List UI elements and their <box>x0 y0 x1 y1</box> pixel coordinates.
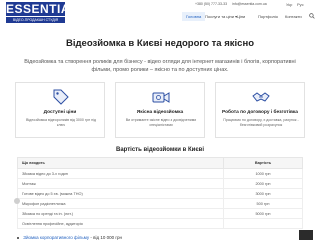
table-cell: Зйомка відео до 3-х годин <box>17 168 224 179</box>
video-thumbnail[interactable] <box>299 230 313 240</box>
table-cell: Монтаж <box>17 178 224 189</box>
logo-subtitle: ВІДЕО-ПРОДАКШН СТУДІЯ <box>6 17 65 23</box>
table-cell: Мікрофон радіопетличка <box>17 198 224 209</box>
table-header-row: Що входить Вартість <box>17 157 303 169</box>
table-row: Зйомка відео до 3-х годин 1000 грн <box>17 168 303 179</box>
prices-title: Вартість відеозйомки в Києві <box>115 147 204 153</box>
nav-prices[interactable]: Ціни <box>237 14 245 19</box>
intro-text: Відеозйомка та створення роликів для біз… <box>24 59 296 73</box>
video-camera-icon <box>152 92 170 103</box>
nav-home[interactable]: Головна <box>182 12 206 21</box>
handshake-icon <box>252 92 270 102</box>
feature-card-contract: Робота по договору і безготівка Працюємо… <box>215 82 305 138</box>
corporate-film-link[interactable]: Зйомка корпоративного фільму <box>23 235 89 240</box>
bullet-icon <box>17 236 19 239</box>
table-cell: Освітлення професійне, аудиторія <box>17 218 224 229</box>
header-contacts: +380 (50) 777-33-33 info@essentia.com.ua <box>195 2 271 6</box>
table-row: Мікрофон радіопетличка 500 грн <box>17 198 303 209</box>
page-title: Відеозйомка в Києві недорого та якісно <box>66 38 254 49</box>
price-tag-icon <box>53 89 69 105</box>
feature-text: Ви отримаєте якісне відео з досвідченими… <box>125 118 197 127</box>
logo[interactable]: ESSENTIA ВІДЕО-ПРОДАКШН СТУДІЯ <box>6 2 71 24</box>
feature-text: Відеозйомка відеороликів від 3000 грн пі… <box>25 118 97 127</box>
scroll-indicator[interactable] <box>14 198 20 204</box>
table-cell: Готове відео до 5 хв. (можна ТНО) <box>17 188 224 199</box>
search-icon[interactable] <box>309 13 315 19</box>
table-cell: 5000 грн <box>223 208 303 219</box>
feature-title: Доступні ціни <box>43 110 77 115</box>
table-row: Освітлення професійне, аудиторія <box>17 218 303 229</box>
lang-ua-link[interactable]: Укр <box>286 2 292 7</box>
table-cell: 1000 грн <box>223 168 303 179</box>
table-row: Монтаж 2000 грн <box>17 178 303 189</box>
table-row: Зйомка по оренді та ін. (лит.) 5000 грн <box>17 208 303 219</box>
email-link[interactable]: info@essentia.com.ua <box>232 2 267 6</box>
table-cell: 3000 грн <box>223 188 303 199</box>
nav-contacts[interactable]: Контакти <box>285 14 302 19</box>
feature-text: Працюємо по договору, є доставка, рахуно… <box>223 118 299 127</box>
table-row: Готове відео до 5 хв. (можна ТНО) 3000 г… <box>17 188 303 199</box>
phone-link[interactable]: +380 (50) 777-33-33 <box>195 2 227 6</box>
table-cell: Зйомка по оренді та ін. (лит.) <box>17 208 224 219</box>
table-cell: 500 грн <box>223 198 303 209</box>
corporate-film-price: - від 10 000 грн <box>90 235 123 240</box>
feature-title: Якісна відеозйомка <box>136 110 184 115</box>
logo-title: ESSENTIA <box>6 2 71 16</box>
prices-table: Що входить Вартість Зйомка відео до 3-х … <box>17 157 303 229</box>
nav-portfolio[interactable]: Портфоліо <box>258 14 278 19</box>
table-cell: 2000 грн <box>223 178 303 189</box>
service-list-item: Зйомка корпоративного фільму - від 10 00… <box>17 235 122 240</box>
site-header: ESSENTIA ВІДЕО-ПРОДАКШН СТУДІЯ +380 (50)… <box>0 0 320 26</box>
column-header: Вартість <box>223 157 303 169</box>
feature-card-prices: Доступні ціни Відеозйомка відеороликів в… <box>15 82 105 138</box>
table-cell <box>223 218 303 229</box>
feature-card-quality: Якісна відеозйомка Ви отримаєте якісне в… <box>115 82 205 138</box>
nav-services[interactable]: Послуги та ціни ▾ <box>205 14 237 19</box>
feature-title: Робота по договору і безготівка <box>222 110 298 115</box>
column-header: Що входить <box>17 157 224 169</box>
lang-ru-link[interactable]: Рус <box>297 2 304 7</box>
